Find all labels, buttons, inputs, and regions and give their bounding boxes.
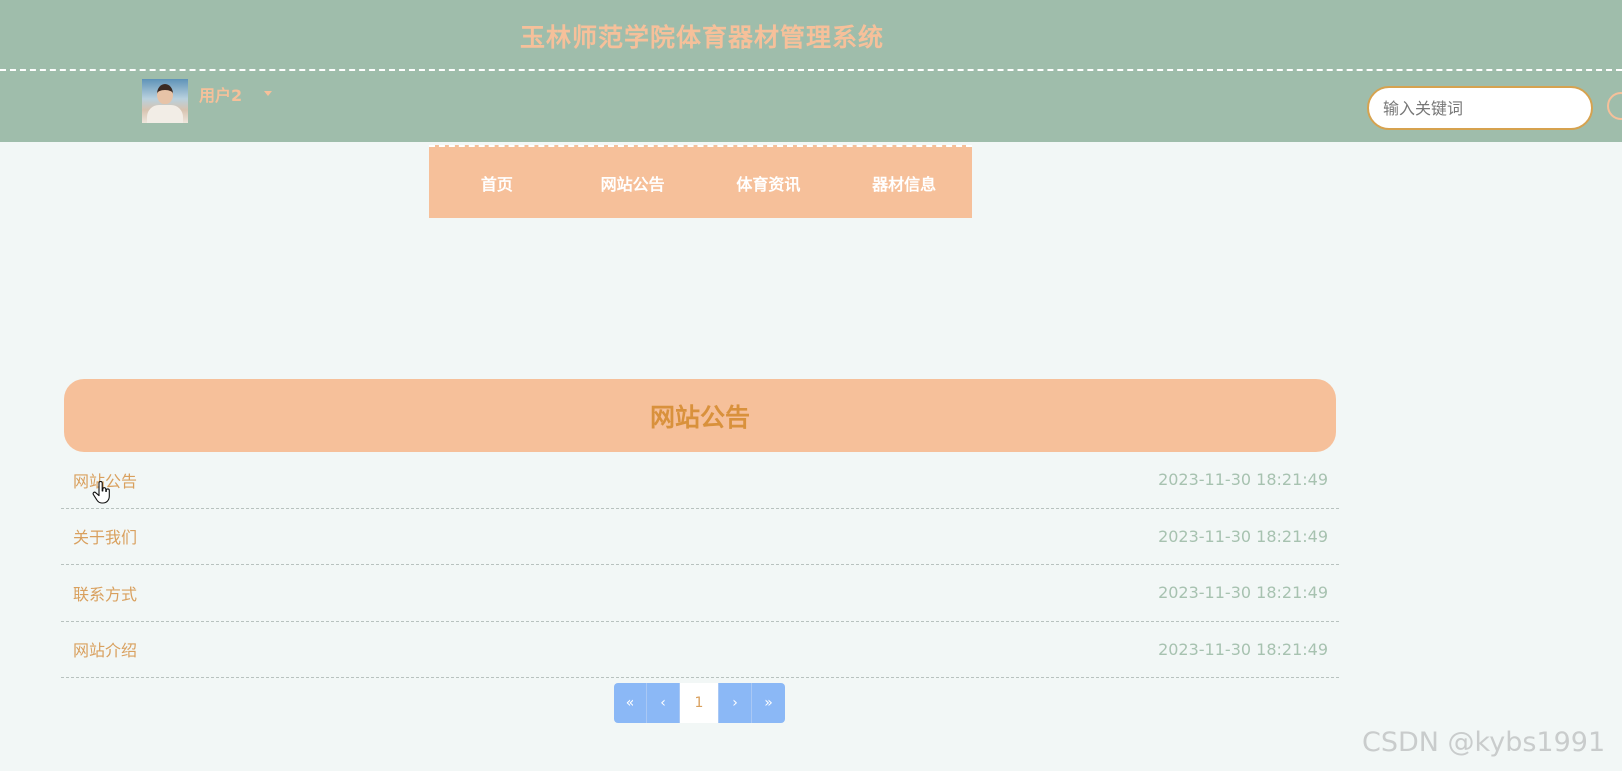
pagination-next-button[interactable]: › bbox=[719, 683, 752, 723]
user-name[interactable]: 用户2 bbox=[199, 82, 242, 106]
section-header: 网站公告 bbox=[64, 379, 1336, 452]
list-item-date: 2023-11-30 18:21:49 bbox=[1158, 470, 1328, 490]
list-item-title[interactable]: 联系方式 bbox=[73, 581, 137, 605]
hand-cursor-icon bbox=[92, 481, 110, 504]
watermark: CSDN @kybs1991 bbox=[1362, 727, 1606, 758]
list-item-date: 2023-11-30 18:21:49 bbox=[1158, 526, 1328, 546]
pagination-last-button[interactable]: » bbox=[752, 683, 785, 723]
avatar[interactable] bbox=[142, 79, 188, 123]
pagination-first-button[interactable]: « bbox=[614, 683, 647, 723]
list-item[interactable]: 网站介绍 2023-11-30 18:21:49 bbox=[61, 622, 1339, 678]
list-item-title[interactable]: 关于我们 bbox=[73, 524, 137, 548]
list-item-date: 2023-11-30 18:21:49 bbox=[1158, 583, 1328, 603]
header-divider bbox=[0, 69, 1622, 71]
list-item-title[interactable]: 网站介绍 bbox=[73, 637, 137, 661]
list-item[interactable]: 网站公告 2023-11-30 18:21:49 bbox=[61, 452, 1339, 509]
search-input[interactable] bbox=[1367, 86, 1593, 130]
nav-item-home[interactable]: 首页 bbox=[429, 171, 565, 195]
list-item[interactable]: 关于我们 2023-11-30 18:21:49 bbox=[61, 509, 1339, 565]
site-title: 玉林师范学院体育器材管理系统 bbox=[520, 23, 885, 52]
pagination-page-current[interactable]: 1 bbox=[680, 683, 719, 723]
nav-item-sports-news[interactable]: 体育资讯 bbox=[701, 171, 837, 195]
list-item-date: 2023-11-30 18:21:49 bbox=[1158, 639, 1328, 659]
chevron-down-icon[interactable] bbox=[264, 91, 272, 96]
announcement-list: 网站公告 2023-11-30 18:21:49 关于我们 2023-11-30… bbox=[61, 452, 1339, 678]
section-title: 网站公告 bbox=[649, 402, 750, 432]
nav-item-equipment-info[interactable]: 器材信息 bbox=[836, 171, 972, 195]
header-bar: 玉林师范学院体育器材管理系统 用户2 bbox=[0, 0, 1622, 142]
pagination-prev-button[interactable]: ‹ bbox=[647, 683, 680, 723]
main-nav: 首页 网站公告 体育资讯 器材信息 bbox=[429, 145, 972, 218]
pagination: « ‹ 1 › » bbox=[614, 683, 785, 723]
nav-item-announcements[interactable]: 网站公告 bbox=[565, 171, 701, 195]
search-icon[interactable] bbox=[1607, 92, 1622, 120]
list-item[interactable]: 联系方式 2023-11-30 18:21:49 bbox=[61, 565, 1339, 622]
